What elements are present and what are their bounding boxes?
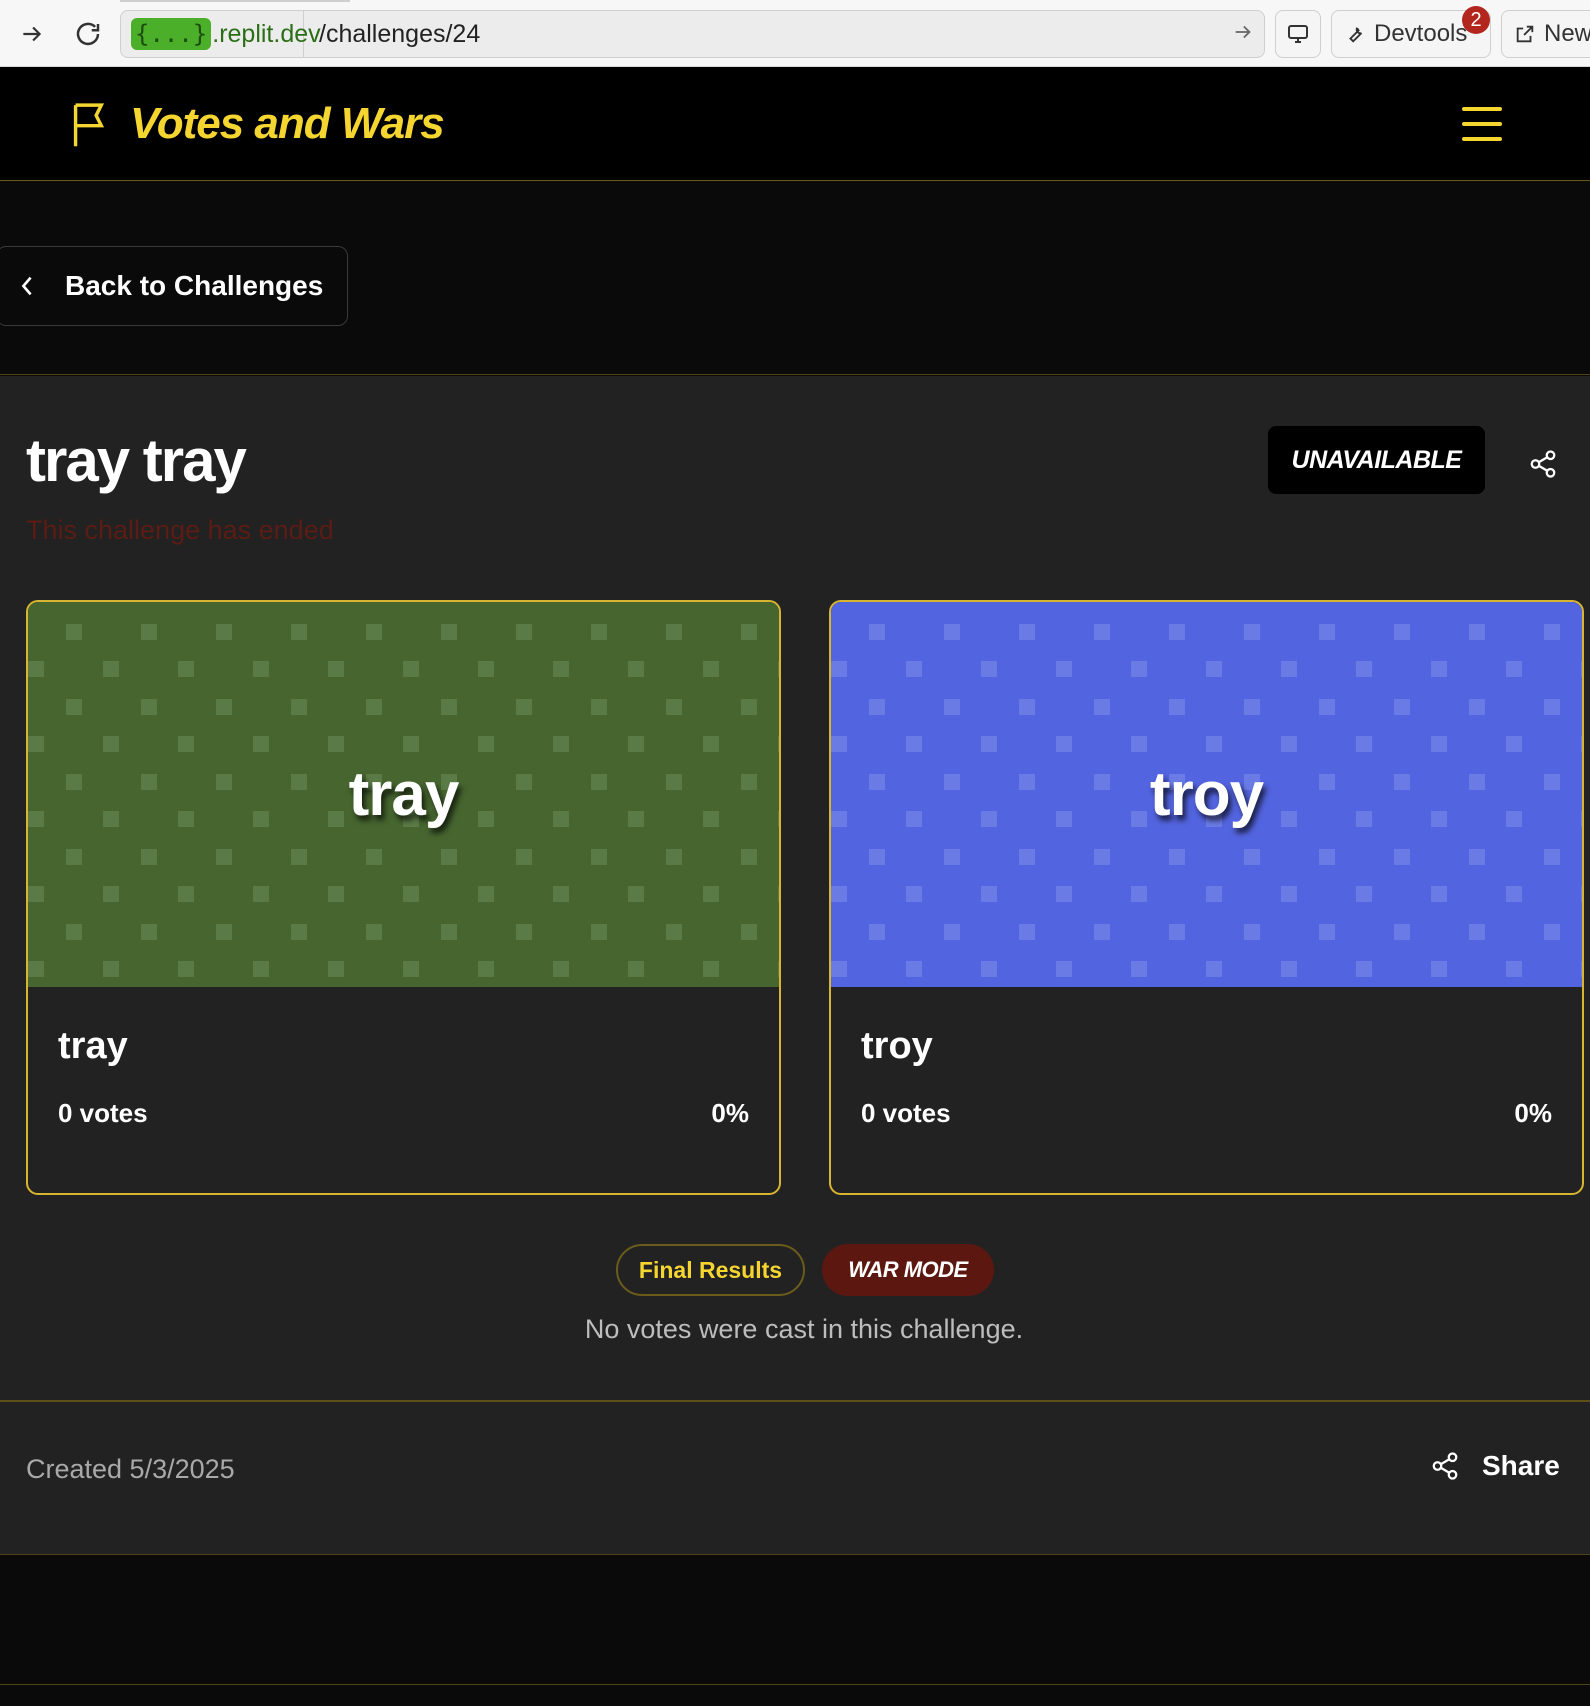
url-host-text: .replit.dev [212,19,321,48]
created-date: Created 5/3/2025 [26,1454,235,1484]
share-button[interactable]: Share [1430,1450,1560,1482]
wrench-icon [1349,27,1363,43]
option-image: tray [28,602,779,987]
app-header: Votes and Wars [0,67,1590,181]
option-name: tray [58,1025,128,1067]
tab-indicator [120,0,350,2]
flag-icon [73,103,105,147]
option-percent: 0% [711,1098,749,1128]
option-name: troy [861,1025,933,1067]
back-section: Back to Challenges [0,182,1590,375]
war-mode-badge: WAR MODE [822,1244,994,1296]
address-bar[interactable]: {...} .replit.dev /challenges/24 [120,10,1265,58]
page-title: tray tray [26,427,247,494]
no-votes-message: No votes were cast in this challenge. [584,1314,1024,1344]
notification-badge: 2 [1462,6,1490,34]
new-tab-label: New [1544,20,1590,47]
option-votes: 0 votes [861,1098,951,1128]
option-percent: 0% [1514,1098,1552,1128]
final-results-badge: Final Results [616,1244,805,1296]
reload-icon[interactable] [68,14,108,54]
challenge-status-text: This challenge has ended [26,515,334,545]
forward-icon[interactable] [12,14,52,54]
browser-toolbar: {...} .replit.dev /challenges/24 Devtool… [0,0,1590,67]
brand-logo-link[interactable]: Votes and Wars [70,99,445,149]
option-card-tray[interactable]: tray tray 0 votes 0% [26,600,781,1195]
page-bottom [0,1556,1590,1706]
devtools-label: Devtools [1374,20,1468,47]
share-label: Share [1482,1450,1560,1481]
challenge-section: tray tray This challenge has ended UNAVA… [0,376,1590,1400]
option-image: troy [831,602,1582,987]
option-votes: 0 votes [58,1098,148,1128]
back-label: Back to Challenges [65,270,324,301]
option-image-word: tray [348,760,460,829]
divider [0,1684,1590,1685]
go-arrow-icon[interactable] [1232,21,1254,48]
url-path: /challenges/24 [319,20,481,48]
external-link-icon [1516,25,1534,43]
url-host: {...} .replit.dev [121,11,321,57]
share-icon[interactable] [1528,448,1558,485]
option-image-word: troy [1149,760,1264,829]
share-icon [1432,1452,1458,1480]
unavailable-badge: UNAVAILABLE [1268,426,1485,494]
challenge-footer: Created 5/3/2025 Share [0,1400,1590,1555]
new-tab-button[interactable]: New [1501,10,1590,58]
option-card-troy[interactable]: troy troy 0 votes 0% [829,600,1584,1195]
hamburger-menu-icon[interactable] [1462,107,1502,141]
back-to-challenges-button[interactable]: Back to Challenges [0,246,348,326]
url-badge: {...} [131,18,212,50]
brand-title: Votes and Wars [130,99,445,148]
screen-icon[interactable] [1275,10,1321,58]
chevron-left-icon [21,276,32,296]
